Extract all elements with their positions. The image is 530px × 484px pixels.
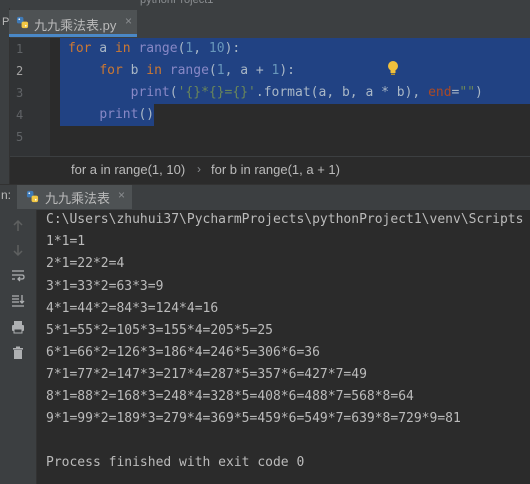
scroll-to-end-icon[interactable] [10, 292, 26, 308]
soft-wrap-icon[interactable] [10, 267, 26, 283]
line-number: 5 [16, 130, 24, 144]
editor-tab-title: 九九乘法表.py [34, 18, 117, 33]
console-line: 9*1=99*2=189*3=279*4=369*5=459*6=549*7=6… [46, 411, 461, 426]
console-line: 5*1=55*2=105*3=155*4=205*5=25 [46, 323, 273, 338]
console-line: C:\Users\zhuhui37\PycharmProjects\python… [46, 212, 524, 227]
code-line[interactable]: print() [68, 104, 154, 126]
console-line: 1*1=1 [46, 234, 86, 249]
run-panel-label: n: [1, 188, 12, 202]
top-breadcrumb-fragment: pythonProject1 [140, 0, 214, 6]
console-line: 7*1=77*2=147*3=217*4=287*5=357*6=427*7=4… [46, 367, 367, 382]
lightbulb-icon[interactable] [386, 60, 400, 76]
run-toolbar [0, 210, 37, 484]
line-number: 4 [16, 108, 24, 122]
arrow-up-icon[interactable] [10, 218, 26, 234]
print-icon[interactable] [10, 319, 26, 335]
python-file-icon [16, 16, 29, 29]
console-line: 2*1=22*2=4 [46, 256, 125, 271]
close-tab-icon[interactable]: × [118, 188, 125, 202]
run-tab-title: 九九乘法表 [45, 191, 111, 206]
line-number: 2 [16, 64, 24, 78]
console-line: 3*1=33*2=63*3=9 [46, 279, 164, 294]
editor-tab[interactable]: 九九乘法表.py × [9, 10, 137, 37]
console-line: 4*1=44*2=84*3=124*4=16 [46, 301, 219, 316]
top-strip: pythonProject1 [0, 0, 530, 8]
console-line: 8*1=88*2=168*3=248*4=328*5=408*6=488*7=5… [46, 389, 414, 404]
breadcrumb-item[interactable]: for b in range(1, a + 1) [211, 162, 340, 177]
arrow-down-icon[interactable] [10, 242, 26, 258]
close-tab-icon[interactable]: × [125, 14, 132, 28]
console-line: Process finished with exit code 0 [46, 455, 305, 470]
code-line[interactable]: print('{}*{}={}'.format(a, b, a * b), en… [68, 82, 483, 104]
console-line: 6*1=66*2=126*3=186*4=246*5=306*6=36 [46, 345, 320, 360]
run-tab[interactable]: 九九乘法表 × [17, 185, 132, 209]
trash-icon[interactable] [10, 345, 26, 361]
line-number: 3 [16, 86, 24, 100]
python-file-icon [26, 190, 39, 203]
code-line[interactable]: for a in range(1, 10): [68, 38, 240, 60]
line-number: 1 [16, 42, 24, 56]
breadcrumb-separator-icon: › [197, 162, 201, 176]
breadcrumb-item[interactable]: for a in range(1, 10) [71, 162, 185, 177]
code-line[interactable]: for b in range(1, a + 1): [68, 60, 295, 82]
